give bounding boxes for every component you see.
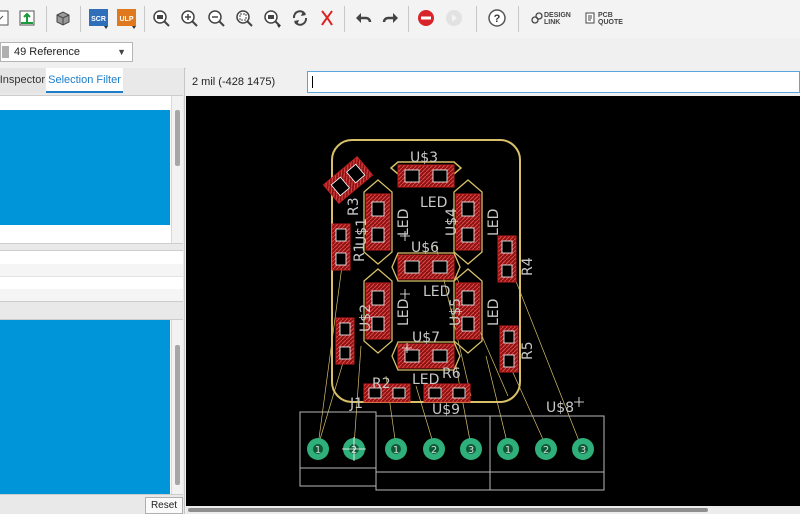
label-u1: U$1 — [354, 218, 370, 246]
help-icon[interactable]: ? — [486, 7, 508, 29]
label-r4: R4 — [520, 257, 536, 276]
board-canvas[interactable]: U$3 LED R3 U$1 LED U$4 LED U$6 LED R1 R4… — [186, 96, 800, 506]
reset-button[interactable]: Reset — [145, 497, 183, 514]
label-u6: U$6 — [411, 240, 439, 256]
tab-selection-filter[interactable]: Selection Filter — [46, 68, 123, 93]
scrollbar-thumb[interactable] — [175, 345, 180, 485]
undo-icon[interactable] — [352, 7, 374, 29]
go-icon[interactable] — [443, 7, 465, 29]
label-led-left-1: LED — [396, 209, 412, 236]
pin-label: 1 — [393, 445, 399, 456]
resistor-r2 — [335, 317, 355, 365]
label-r6: R6 — [442, 366, 461, 382]
label-r5: R5 — [520, 341, 536, 360]
text-caret — [312, 76, 313, 88]
toolbar-separator — [476, 6, 477, 32]
stop-icon[interactable] — [415, 7, 437, 29]
label-j1: J1 — [349, 396, 363, 412]
zoom-fit-icon[interactable] — [150, 7, 172, 29]
label-r1: R1 — [352, 243, 368, 262]
design-link-line1: DESIGN — [544, 12, 571, 19]
toolbar-separator — [80, 6, 81, 32]
selected-item[interactable] — [0, 320, 170, 494]
pin-label: 3 — [580, 445, 586, 456]
label-u8: U$8 — [546, 400, 574, 416]
toolbar-separator — [344, 6, 345, 32]
label-r2: R2 — [372, 376, 391, 392]
redo-icon[interactable] — [380, 7, 402, 29]
svg-text:?: ? — [494, 13, 501, 25]
resistor-r1 — [331, 223, 351, 271]
filter-list-bottom — [0, 319, 183, 495]
chevron-down-icon: ▼ — [117, 47, 126, 57]
document-icon[interactable] — [0, 7, 14, 29]
label-u5: U$5 — [448, 298, 464, 326]
toolbar-separator — [46, 6, 47, 32]
design-link-line2: LINK — [544, 19, 561, 26]
toolbar-separator — [518, 6, 519, 32]
coordinate-readout: 2 mil (-428 1475) — [192, 76, 276, 88]
pcb-quote-button[interactable]: PCB QUOTE — [598, 12, 623, 26]
script-icon[interactable]: SCR — [88, 7, 110, 29]
left-panel: Inspector Selection Filter — [0, 68, 185, 514]
label-led-mid: LED — [423, 284, 450, 300]
zoom-area-icon[interactable] — [261, 7, 283, 29]
pin-label: 2 — [543, 445, 549, 456]
label-r3: R3 — [346, 197, 362, 216]
label-u2: U$2 — [358, 304, 374, 332]
label-u7: U$7 — [412, 330, 440, 346]
resistor-r5 — [499, 325, 519, 373]
pin-label: 2 — [431, 445, 437, 456]
selected-item[interactable] — [0, 110, 170, 225]
list-item[interactable] — [0, 289, 183, 301]
main-toolbar: SCR ULP ? DESIGN LINK PCB QUOTE — [0, 0, 800, 39]
list-item[interactable] — [0, 264, 183, 276]
zoom-select-icon[interactable] — [233, 7, 255, 29]
filter-list-middle — [0, 250, 183, 302]
ulp-label: ULP — [120, 16, 134, 23]
label-led-left-2: LED — [396, 299, 412, 326]
scrollbar-thumb[interactable] — [175, 110, 180, 166]
pcb-quote-icon[interactable] — [583, 7, 597, 29]
label-u4: U$4 — [444, 208, 460, 236]
pcb-quote-line1: PCB — [598, 12, 613, 19]
design-link-icon[interactable] — [530, 7, 544, 29]
pin-label: 1 — [505, 445, 511, 456]
layer-color-swatch — [2, 46, 9, 58]
redraw-icon[interactable] — [289, 7, 311, 29]
led-segment-middle — [397, 254, 455, 280]
zoom-out-icon[interactable] — [205, 7, 227, 29]
pcb-quote-line2: QUOTE — [598, 19, 623, 26]
divider — [0, 276, 183, 277]
label-led-right-1: LED — [486, 209, 502, 236]
3d-view-icon[interactable] — [52, 7, 74, 29]
pin-label: 3 — [468, 445, 474, 456]
label-u3: U$3 — [410, 150, 438, 166]
scrollbar[interactable] — [171, 96, 183, 243]
filter-list-top — [0, 95, 183, 244]
connector-pins: 1 2 1 2 3 1 2 3 — [307, 437, 594, 461]
pin-label: 1 — [315, 445, 321, 456]
zoom-in-icon[interactable] — [178, 7, 200, 29]
design-link-button[interactable]: DESIGN LINK — [544, 12, 571, 26]
horizontal-scrollbar[interactable] — [186, 506, 800, 514]
layer-select-value: 49 Reference — [14, 46, 81, 58]
scrollbar[interactable] — [171, 320, 183, 494]
resistor-r3 — [322, 155, 374, 205]
tab-inspector[interactable]: Inspector — [0, 68, 45, 93]
toolbar-separator — [408, 6, 409, 32]
toolbar-separator — [144, 6, 145, 32]
command-input[interactable] — [307, 71, 800, 93]
scrollbar-thumb[interactable] — [188, 508, 708, 512]
cancel-icon[interactable] — [316, 7, 338, 29]
layer-select[interactable]: 49 Reference ▼ — [0, 42, 133, 62]
resistor-r4 — [497, 235, 517, 283]
ulp-icon[interactable]: ULP — [116, 7, 138, 29]
label-led-right-2: LED — [486, 299, 502, 326]
script-label: SCR — [91, 16, 106, 23]
export-icon[interactable] — [16, 7, 38, 29]
label-led-bottom: LED — [412, 372, 439, 388]
